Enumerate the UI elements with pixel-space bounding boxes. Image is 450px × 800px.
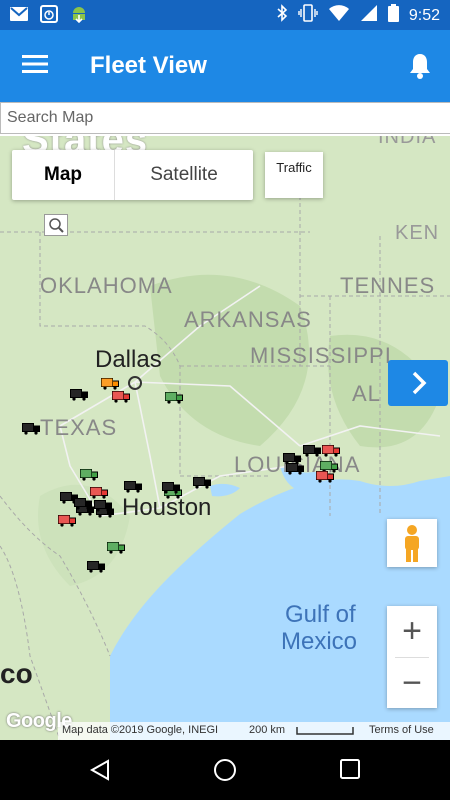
map-attribution: Map data ©2019 Google, INEGI 200 km Term… (0, 722, 450, 740)
pegman-icon (405, 525, 419, 562)
hamburger-menu-icon[interactable] (22, 54, 48, 79)
page-title: Fleet View (90, 52, 207, 79)
truck-marker[interactable] (165, 391, 183, 404)
label-gulf-line1: Gulf of (285, 601, 356, 628)
status-bar: 9:52 (0, 0, 450, 30)
truck-marker[interactable] (22, 422, 40, 435)
stopwatch-icon (40, 5, 58, 28)
notifications-bell-icon[interactable] (408, 52, 432, 85)
truck-marker[interactable] (90, 486, 108, 499)
label-oklahoma: OKLAHOMA (40, 273, 173, 298)
truck-marker[interactable] (94, 499, 112, 512)
zoom-area-icon[interactable] (44, 214, 68, 236)
label-texas: TEXAS (40, 415, 118, 440)
truck-marker[interactable] (87, 560, 105, 573)
map-type-satellite-button[interactable]: Satellite (115, 150, 253, 200)
recents-nav-icon[interactable] (339, 758, 361, 785)
truck-marker[interactable] (74, 497, 92, 510)
next-button[interactable] (388, 360, 448, 406)
map-type-map-button[interactable]: Map (12, 150, 115, 200)
scale-bar (296, 727, 354, 735)
truck-marker[interactable] (303, 444, 321, 457)
zoom-out-button[interactable]: − (387, 658, 437, 708)
signal-icon (360, 4, 378, 27)
scale-label: 200 km (249, 724, 286, 736)
truck-marker[interactable] (101, 377, 119, 390)
truck-marker[interactable] (124, 480, 142, 493)
search-bar (0, 102, 450, 136)
label-gulf-line2: Mexico (281, 628, 358, 655)
android-download-icon (70, 5, 88, 28)
status-time: 9:52 (408, 6, 440, 24)
label-dallas: Dallas (95, 346, 162, 373)
truck-marker[interactable] (322, 444, 340, 457)
chevron-right-icon (412, 371, 427, 395)
gmail-icon (10, 7, 28, 26)
bluetooth-icon (276, 4, 288, 27)
home-nav-icon[interactable] (213, 758, 237, 787)
app-bar: Fleet View (0, 30, 450, 102)
label-arkansas: ARKANSAS (184, 307, 312, 332)
map-type-control: Map Satellite (12, 150, 253, 200)
truck-marker[interactable] (286, 462, 304, 475)
map-data-text: Map data ©2019 Google, INEGI (62, 724, 219, 736)
map-view[interactable]: States INDIA KEN OKLAHOMA TENNES ARKANSA… (0, 136, 450, 740)
label-tennessee: TENNES (340, 273, 436, 298)
zoom-control: + − (387, 606, 437, 708)
zoom-in-button[interactable]: + (387, 606, 437, 656)
battery-icon (387, 4, 399, 27)
truck-marker[interactable] (70, 388, 88, 401)
wifi-icon (328, 4, 350, 27)
truck-marker[interactable] (316, 470, 334, 483)
truck-marker[interactable] (58, 514, 76, 527)
vibrate-icon (298, 4, 318, 27)
label-mexico-fragment: co (0, 658, 33, 689)
truck-marker[interactable] (112, 390, 130, 403)
system-nav-bar (0, 740, 450, 800)
label-kentucky: KEN (395, 222, 440, 244)
truck-marker[interactable] (107, 541, 125, 554)
label-mississippi: MISSISSIPPI (250, 343, 392, 368)
search-map-input[interactable] (0, 102, 450, 134)
label-alabama: AL (352, 381, 381, 406)
street-view-pegman-button[interactable] (387, 519, 437, 567)
truck-marker[interactable] (193, 476, 211, 489)
label-indiana: INDIA (378, 136, 437, 148)
truck-marker[interactable] (162, 481, 180, 494)
truck-marker[interactable] (80, 468, 98, 481)
terms-of-use-link[interactable]: Terms of Use (369, 724, 434, 736)
traffic-toggle-button[interactable]: Traffic (265, 152, 323, 198)
back-nav-icon[interactable] (88, 758, 112, 787)
